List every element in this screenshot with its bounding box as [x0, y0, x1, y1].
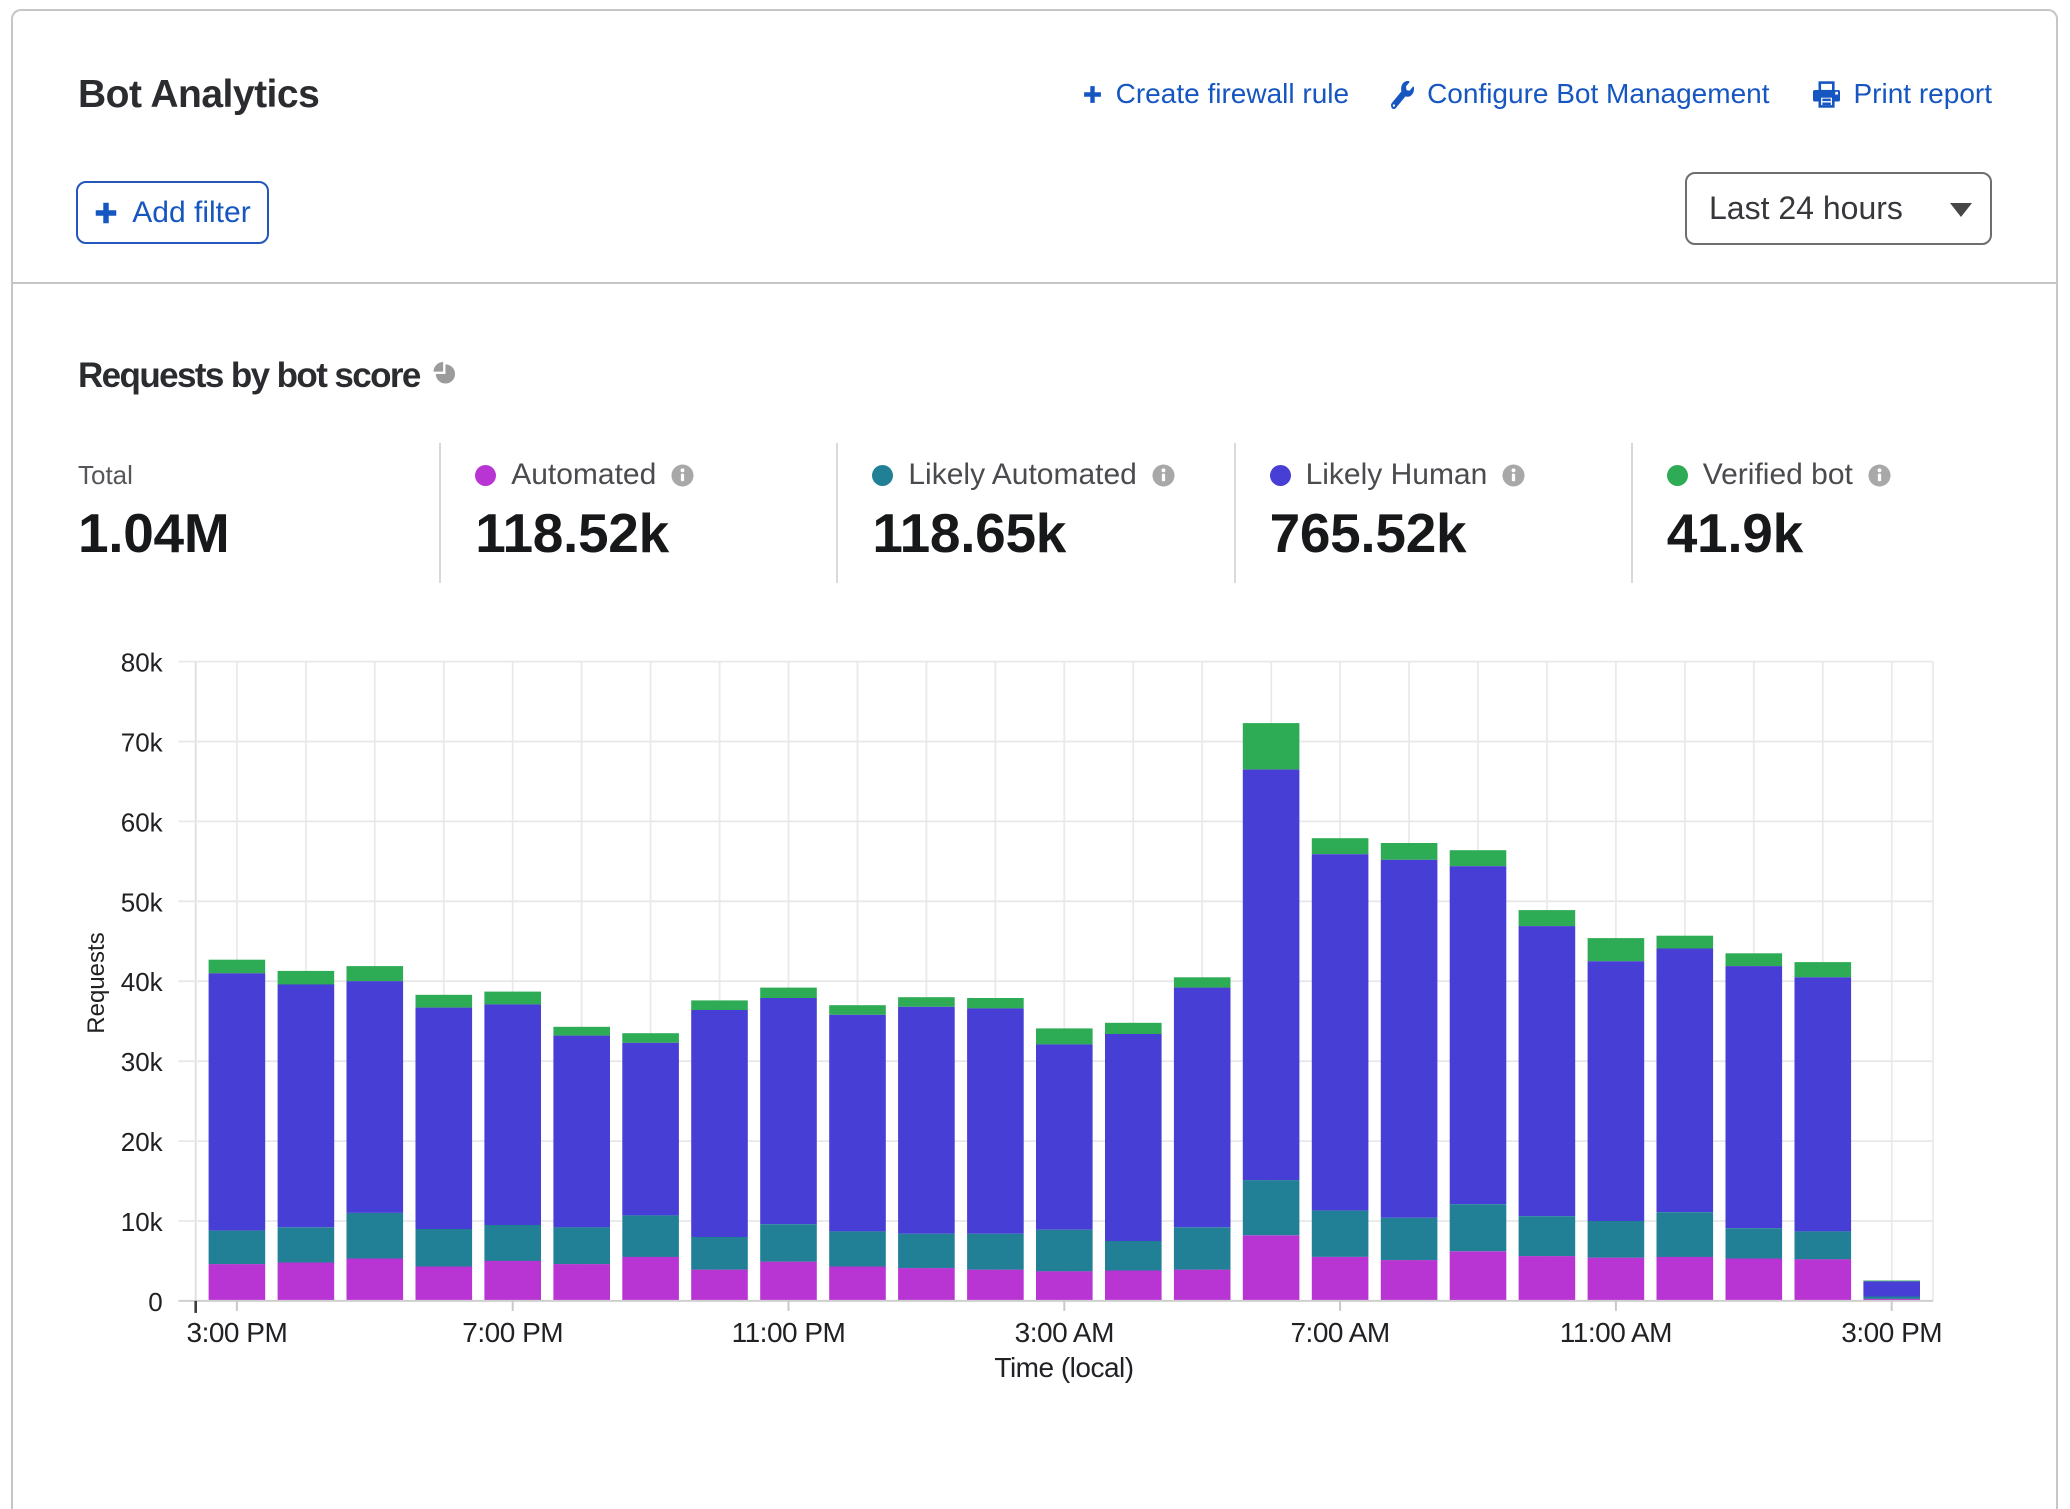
- svg-text:60k: 60k: [121, 807, 164, 837]
- svg-text:50k: 50k: [121, 887, 164, 917]
- svg-text:10k: 10k: [121, 1207, 164, 1237]
- svg-text:3:00 AM: 3:00 AM: [1015, 1317, 1114, 1348]
- svg-text:30k: 30k: [121, 1047, 164, 1077]
- svg-text:20k: 20k: [121, 1127, 164, 1157]
- svg-text:7:00 AM: 7:00 AM: [1290, 1317, 1389, 1348]
- svg-text:Requests: Requests: [83, 932, 110, 1033]
- svg-text:11:00 PM: 11:00 PM: [732, 1317, 846, 1348]
- svg-text:80k: 80k: [121, 648, 164, 678]
- svg-text:7:00 PM: 7:00 PM: [462, 1317, 563, 1348]
- svg-text:3:00 PM: 3:00 PM: [1841, 1317, 1942, 1348]
- svg-text:40k: 40k: [121, 967, 164, 997]
- svg-text:Time (local): Time (local): [994, 1352, 1133, 1383]
- svg-text:3:00 PM: 3:00 PM: [187, 1317, 288, 1348]
- svg-text:0: 0: [148, 1287, 162, 1317]
- svg-text:70k: 70k: [121, 728, 164, 758]
- svg-text:11:00 AM: 11:00 AM: [1560, 1317, 1672, 1348]
